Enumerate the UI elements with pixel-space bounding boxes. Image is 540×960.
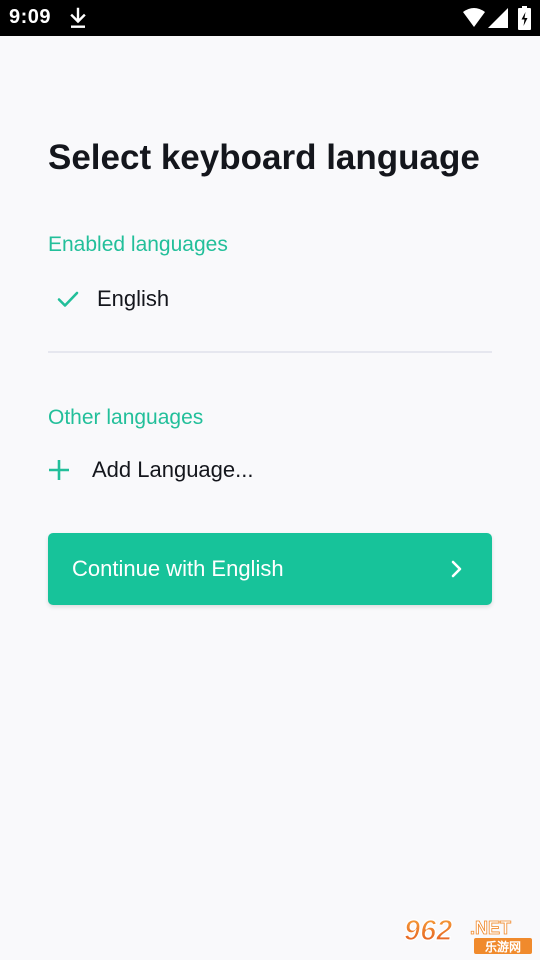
status-bar: 9:09 (0, 0, 540, 36)
status-time: 9:09 (9, 6, 52, 28)
section-divider (48, 351, 492, 353)
page-title: Select keyboard language (48, 138, 480, 177)
signal-icon (488, 8, 508, 28)
wifi-icon (463, 8, 485, 27)
watermark-logo: 962 .NET 乐游网 (403, 914, 532, 954)
svg-text:乐游网: 乐游网 (485, 939, 521, 954)
svg-text:962: 962 (404, 915, 452, 947)
add-language-button[interactable]: Add Language... (48, 452, 253, 488)
enabled-languages-heading: Enabled languages (48, 233, 228, 256)
enabled-language-english[interactable]: English (48, 281, 169, 317)
continue-button[interactable]: Continue with English (48, 533, 492, 605)
battery-icon (518, 6, 531, 30)
chevron-right-icon (451, 560, 462, 578)
check-icon (48, 281, 97, 317)
svg-text:.NET: .NET (470, 918, 511, 938)
plus-icon (48, 452, 92, 488)
continue-button-label: Continue with English (72, 556, 284, 581)
download-icon (70, 7, 86, 28)
add-language-label: Add Language... (92, 457, 254, 482)
other-languages-heading: Other languages (48, 406, 204, 429)
language-label: English (97, 286, 170, 311)
